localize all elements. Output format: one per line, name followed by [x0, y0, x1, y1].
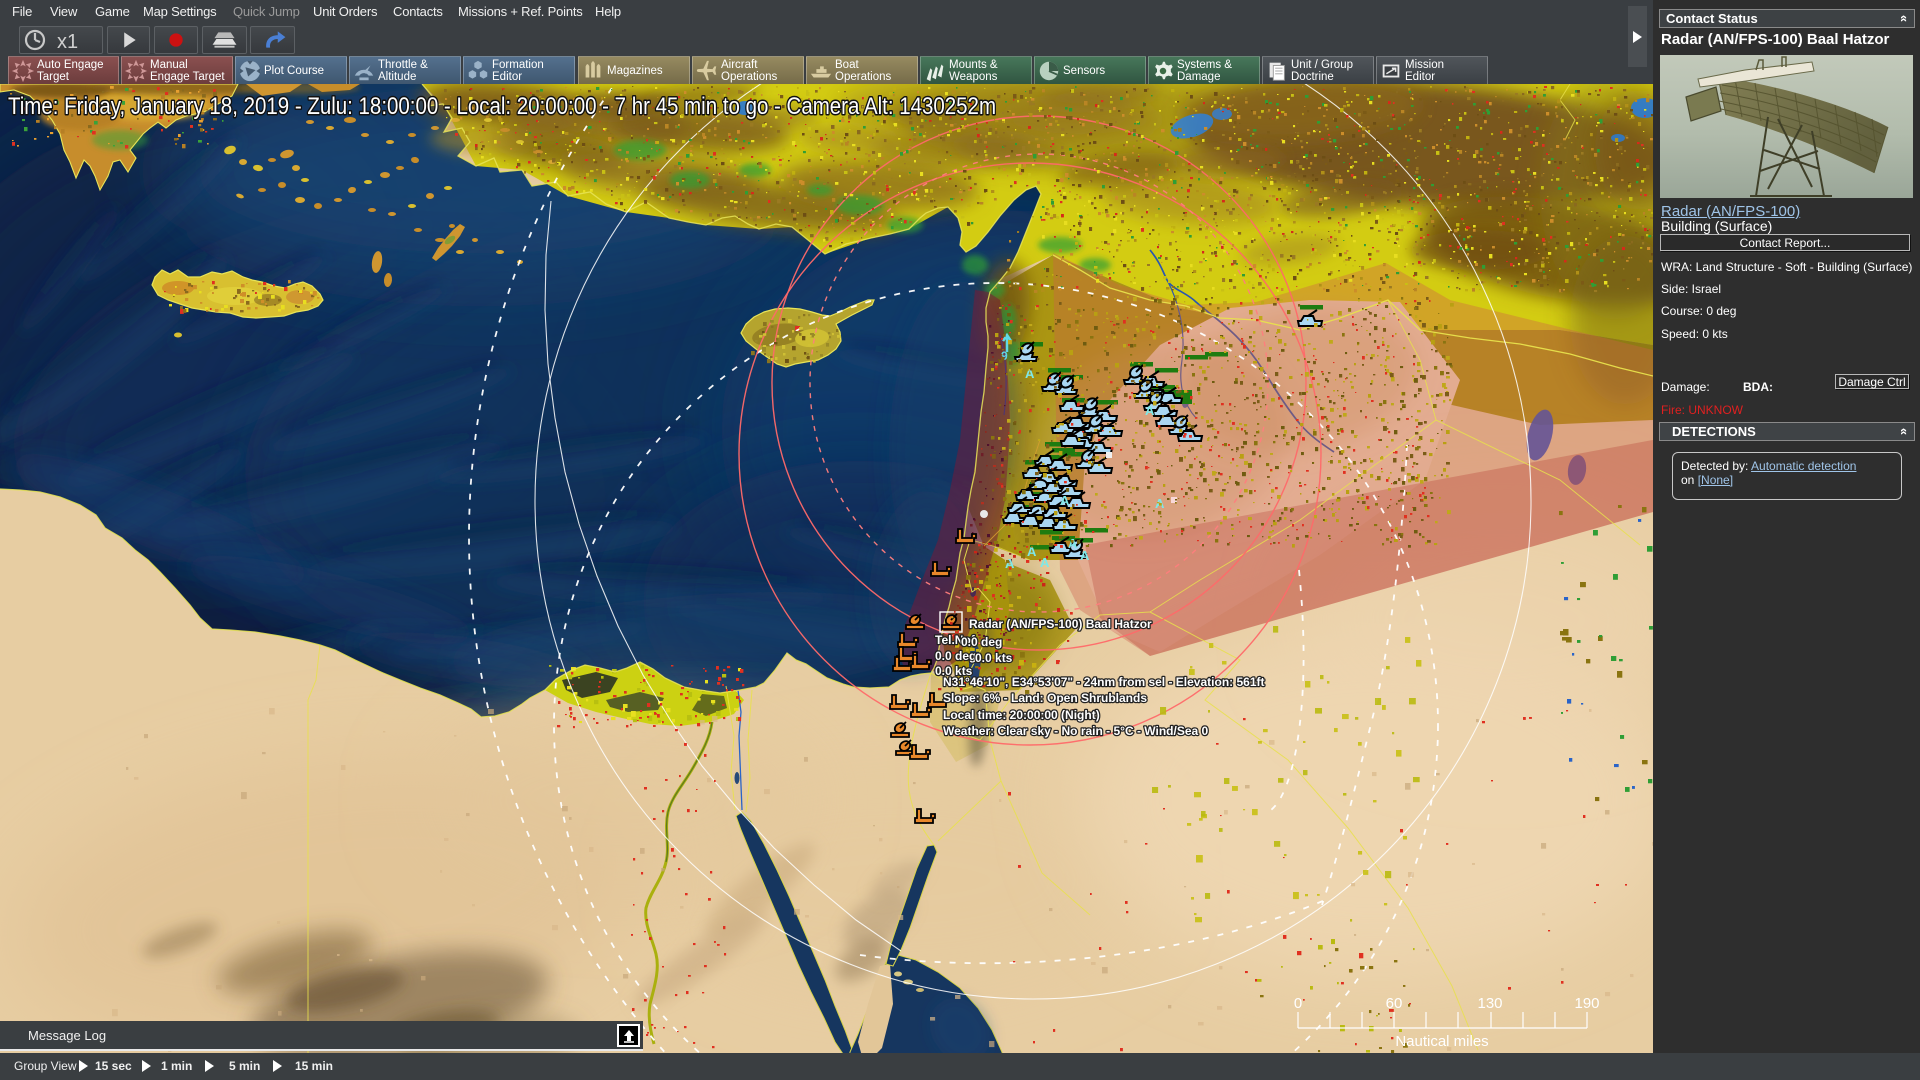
svg-text:A: A [1060, 493, 1070, 508]
svg-text:A: A [1068, 536, 1078, 551]
svg-text:A: A [1040, 555, 1050, 570]
svg-text:x1: x1 [57, 31, 78, 52]
svg-text:A: A [1080, 548, 1090, 563]
